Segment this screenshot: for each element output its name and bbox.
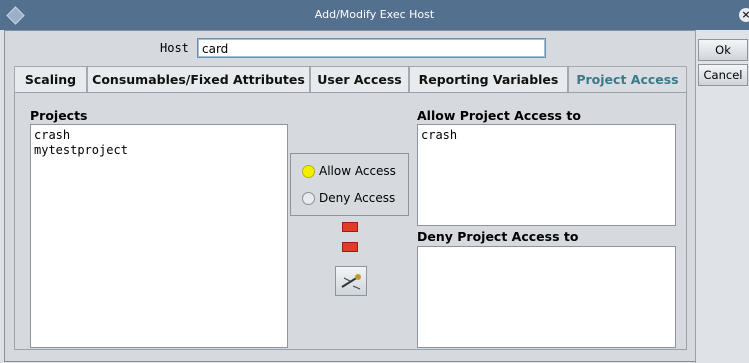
allow-access-radio[interactable]: Allow Access xyxy=(302,164,396,178)
radio-unselected-icon xyxy=(302,191,315,205)
deny-project-list[interactable] xyxy=(417,246,676,348)
tab-reporting-variables[interactable]: Reporting Variables xyxy=(409,66,568,92)
cancel-button[interactable]: Cancel xyxy=(698,64,748,86)
access-radio-group: Allow Access Deny Access xyxy=(290,153,409,216)
list-item[interactable]: mytestproject xyxy=(34,143,284,158)
side-button-column: Ok Cancel xyxy=(695,30,749,363)
deny-access-radio[interactable]: Deny Access xyxy=(302,191,395,205)
allow-project-list[interactable]: crash xyxy=(417,124,676,226)
host-label: Host xyxy=(160,41,189,55)
list-item[interactable]: crash xyxy=(34,128,284,143)
projects-list[interactable]: crash mytestproject xyxy=(30,124,288,348)
host-input[interactable]: card xyxy=(197,38,546,58)
allow-access-label: Allow Access xyxy=(319,164,396,178)
tab-scaling[interactable]: Scaling xyxy=(14,66,87,92)
remove-arrow-icon[interactable] xyxy=(342,242,358,252)
projects-label: Projects xyxy=(30,108,88,123)
tab-project-access[interactable]: Project Access xyxy=(568,66,687,94)
tool-button[interactable] xyxy=(335,266,367,296)
ok-button[interactable]: Ok xyxy=(698,39,748,61)
radio-selected-icon xyxy=(302,164,315,178)
tab-consumables[interactable]: Consumables/Fixed Attributes xyxy=(87,66,310,92)
deny-list-label: Deny Project Access to xyxy=(417,229,579,244)
list-item[interactable]: crash xyxy=(421,128,672,143)
tool-icon xyxy=(341,274,361,290)
allow-list-label: Allow Project Access to xyxy=(417,108,581,123)
close-icon[interactable]: × xyxy=(739,8,749,22)
deny-access-label: Deny Access xyxy=(319,191,396,205)
add-arrow-icon[interactable] xyxy=(342,222,358,232)
window-title: Add/Modify Exec Host xyxy=(314,8,435,21)
tab-user-access[interactable]: User Access xyxy=(310,66,409,92)
title-bar: Add/Modify Exec Host × xyxy=(0,0,749,30)
